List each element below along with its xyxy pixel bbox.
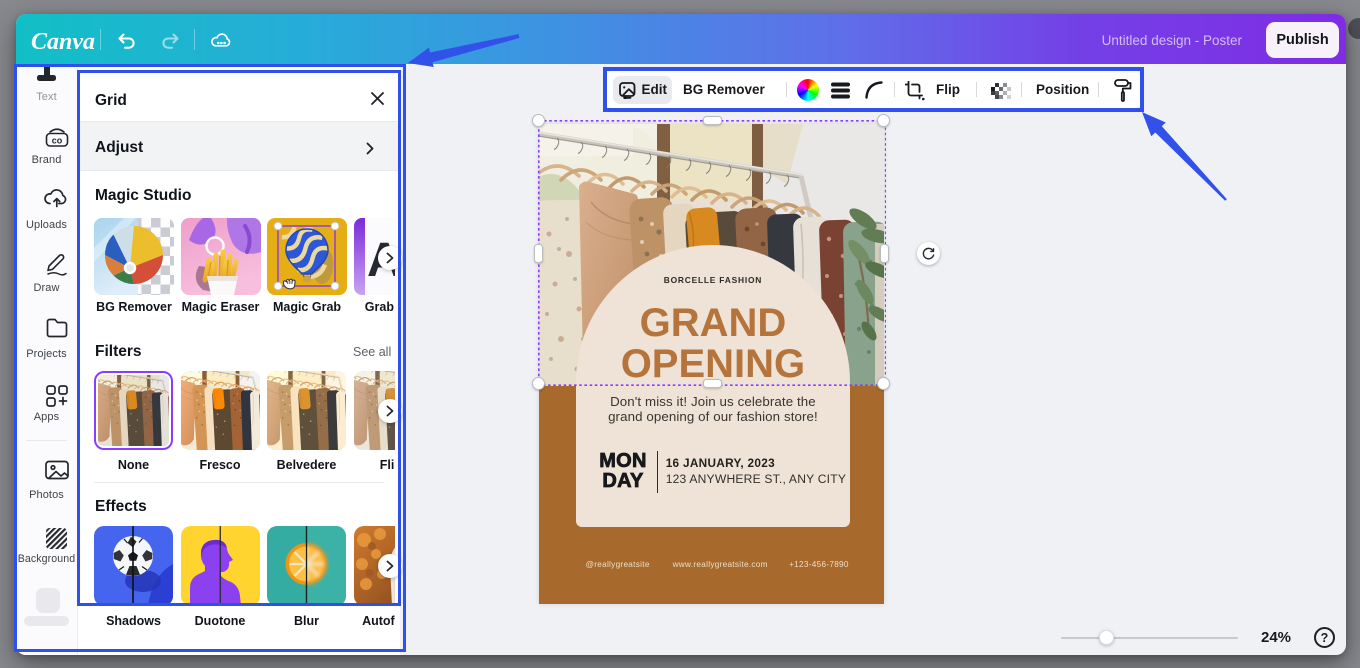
svg-text:co: co [52, 135, 63, 145]
svg-text:Canva: Canva [31, 29, 95, 55]
